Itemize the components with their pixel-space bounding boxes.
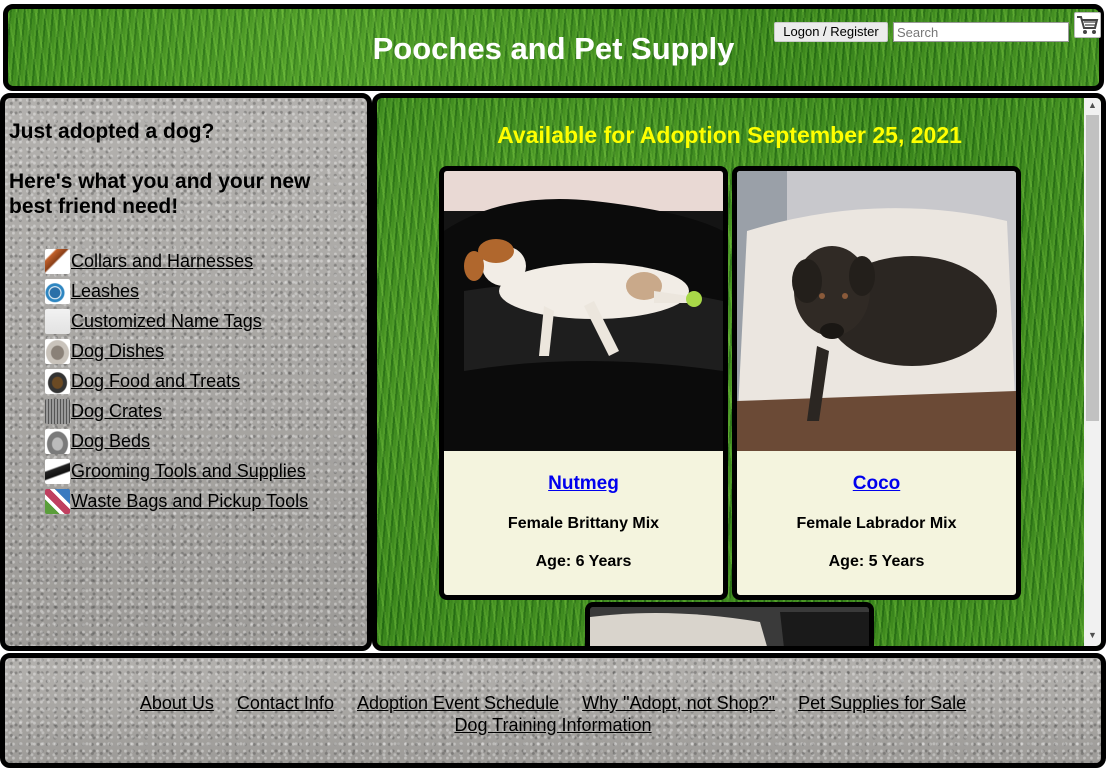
- footer-link-contact[interactable]: Contact Info: [237, 693, 334, 713]
- supply-category-list: Collars and Harnesses Leashes Customized…: [45, 246, 308, 516]
- list-item: Dog Dishes: [45, 336, 308, 366]
- bed-thumbnail-icon: [45, 428, 70, 454]
- sidebar-link-grooming[interactable]: Grooming Tools and Supplies: [71, 461, 306, 482]
- collar-thumbnail-icon: [45, 248, 70, 274]
- dog-photo-partial: [590, 607, 869, 646]
- sidebar-heading: Just adopted a dog?: [9, 120, 215, 143]
- dog-card-partial: [585, 602, 874, 646]
- dog-photo-nutmeg: [444, 171, 723, 451]
- list-item: Dog Crates: [45, 396, 308, 426]
- dog-photo-coco: [737, 171, 1016, 451]
- main-scrollbar[interactable]: ▲ ▼: [1084, 98, 1101, 646]
- dog-card-nutmeg: Nutmeg Female Brittany Mix Age: 6 Years: [439, 166, 728, 600]
- shopping-cart-icon: [1077, 16, 1099, 34]
- logon-register-button[interactable]: Logon / Register: [774, 22, 888, 42]
- dog-card-coco: Coco Female Labrador Mix Age: 5 Years: [732, 166, 1021, 600]
- footer-link-training[interactable]: Dog Training Information: [454, 715, 651, 735]
- footer-link-supplies[interactable]: Pet Supplies for Sale: [798, 693, 966, 713]
- dog-description: Female Brittany Mix: [507, 515, 660, 532]
- sidebar-link-crates[interactable]: Dog Crates: [71, 401, 162, 422]
- list-item: Leashes: [45, 276, 308, 306]
- footer-link-schedule[interactable]: Adoption Event Schedule: [357, 693, 559, 713]
- sidebar-link-food[interactable]: Dog Food and Treats: [71, 371, 240, 392]
- dog-description: Female Labrador Mix: [796, 515, 957, 532]
- dog-age: Age: 5 Years: [828, 553, 925, 570]
- crate-thumbnail-icon: [45, 398, 70, 424]
- name-tag-thumbnail-icon: [45, 308, 70, 334]
- list-item: Customized Name Tags: [45, 306, 308, 336]
- sidebar-link-name-tags[interactable]: Customized Name Tags: [71, 311, 262, 332]
- grooming-thumbnail-icon: [45, 458, 70, 484]
- sidebar-link-beds[interactable]: Dog Beds: [71, 431, 150, 452]
- sidebar-subheading: Here's what you and your new best friend…: [9, 170, 311, 218]
- adoption-heading: Available for Adoption September 25, 202…: [497, 122, 962, 148]
- list-item: Grooming Tools and Supplies: [45, 456, 308, 486]
- leash-thumbnail-icon: [45, 278, 70, 304]
- adoption-panel: Available for Adoption September 25, 202…: [372, 93, 1106, 651]
- scroll-down-arrow-icon[interactable]: ▼: [1084, 630, 1101, 644]
- site-footer: About Us Contact Info Adoption Event Sch…: [0, 653, 1106, 768]
- search-input[interactable]: [893, 22, 1069, 42]
- footer-nav: About Us Contact Info Adoption Event Sch…: [5, 692, 1101, 736]
- sidebar-link-collars[interactable]: Collars and Harnesses: [71, 251, 253, 272]
- footer-link-about[interactable]: About Us: [140, 693, 214, 713]
- list-item: Dog Beds: [45, 426, 308, 456]
- dog-name-link-nutmeg[interactable]: Nutmeg: [444, 473, 723, 495]
- dog-name-link-coco[interactable]: Coco: [737, 473, 1016, 495]
- list-item: Collars and Harnesses: [45, 246, 308, 276]
- sidebar-link-leashes[interactable]: Leashes: [71, 281, 139, 302]
- sidebar-link-dishes[interactable]: Dog Dishes: [71, 341, 164, 362]
- dog-age: Age: 6 Years: [535, 553, 632, 570]
- dish-thumbnail-icon: [45, 338, 70, 364]
- site-header: Pooches and Pet Supply Logon / Register: [3, 4, 1104, 91]
- food-thumbnail-icon: [45, 368, 70, 394]
- footer-link-adopt[interactable]: Why "Adopt, not Shop?": [582, 693, 775, 713]
- sidebar: Just adopted a dog? Here's what you and …: [0, 93, 372, 651]
- scrollbar-thumb[interactable]: [1086, 115, 1099, 421]
- sidebar-link-waste-bags[interactable]: Waste Bags and Pickup Tools: [71, 491, 308, 512]
- list-item: Waste Bags and Pickup Tools: [45, 486, 308, 516]
- cart-button[interactable]: [1074, 12, 1101, 38]
- list-item: Dog Food and Treats: [45, 366, 308, 396]
- scroll-up-arrow-icon[interactable]: ▲: [1084, 100, 1101, 114]
- waste-bag-thumbnail-icon: [45, 488, 70, 514]
